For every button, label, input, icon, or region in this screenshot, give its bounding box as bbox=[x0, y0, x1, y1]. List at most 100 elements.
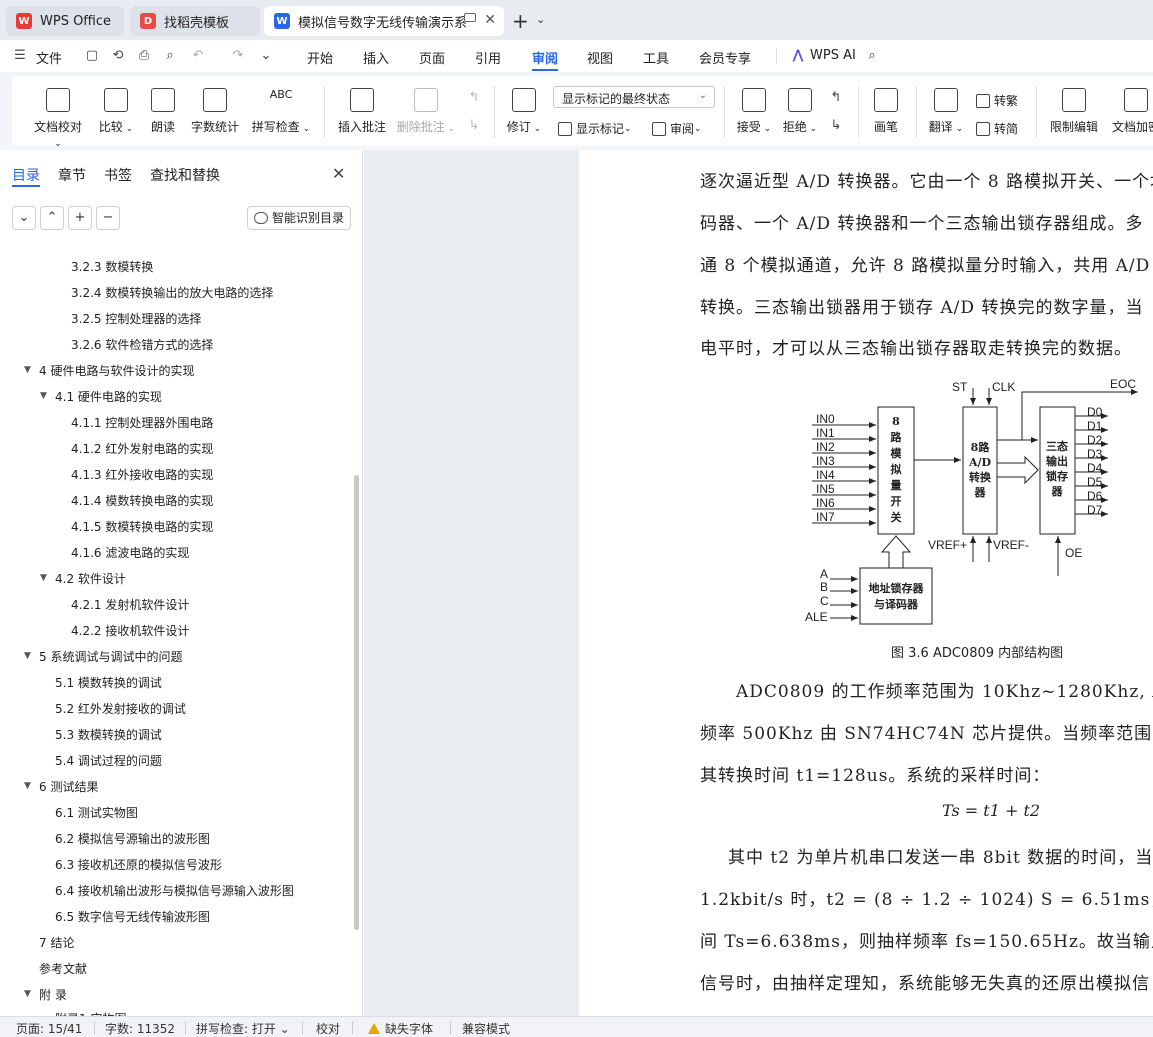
toc-item[interactable]: 4.2.2 接收机软件设计 bbox=[71, 622, 189, 639]
nav-tab-sections[interactable]: 章节 bbox=[58, 165, 86, 185]
toc-item[interactable]: 4 硬件电路与软件设计的实现 bbox=[39, 362, 194, 379]
add-heading-button[interactable]: + bbox=[68, 206, 92, 230]
prev-change-icon[interactable]: ↰ bbox=[828, 90, 844, 106]
toc-item[interactable]: 3.2.5 控制处理器的选择 bbox=[71, 310, 201, 327]
toc-item[interactable]: 6.1 测试实物图 bbox=[55, 804, 138, 821]
print-icon[interactable]: ⎙ bbox=[136, 48, 152, 64]
to-simplified-button[interactable]: 转简 bbox=[976, 120, 1018, 137]
word-count-button[interactable]: 字数统计 bbox=[190, 88, 240, 135]
pen-button[interactable]: 画笔 bbox=[870, 88, 902, 135]
spell-check-status[interactable]: 拼写检查: 打开 ⌄ bbox=[196, 1020, 290, 1037]
delete-comment-button[interactable]: 删除批注 ⌄ bbox=[396, 88, 456, 135]
menu-review[interactable]: 审阅 bbox=[532, 48, 558, 67]
menu-member[interactable]: 会员专享 bbox=[699, 48, 751, 67]
page-indicator[interactable]: 页面: 15/41 bbox=[16, 1020, 82, 1037]
markup-state-select[interactable]: 显示标记的最终状态 ⌄ bbox=[553, 86, 715, 108]
read-aloud-button[interactable]: 朗读 bbox=[149, 88, 177, 135]
save-icon[interactable]: ▢ bbox=[84, 48, 100, 64]
toc-item[interactable]: 6 测试结果 bbox=[39, 778, 98, 795]
hamburger-icon[interactable]: ☰ bbox=[12, 48, 28, 64]
word-count[interactable]: 字数: 11352 bbox=[105, 1020, 175, 1037]
missing-font-status[interactable]: 缺失字体 bbox=[368, 1020, 433, 1037]
toc-item[interactable]: 附 录 bbox=[39, 986, 67, 1003]
collapse-triangle-icon[interactable]: ▼ bbox=[24, 781, 31, 791]
expand-down-button[interactable]: ⌄ bbox=[12, 206, 36, 230]
toc-item[interactable]: 参考文献 bbox=[39, 960, 87, 977]
toc-item[interactable]: 5 系统调试与调试中的问题 bbox=[39, 648, 182, 665]
collapse-triangle-icon[interactable]: ▼ bbox=[24, 651, 31, 661]
toc-item[interactable]: 3.2.6 软件检错方式的选择 bbox=[71, 336, 213, 353]
toc-item[interactable]: 4.2 软件设计 bbox=[55, 570, 126, 587]
collapse-triangle-icon[interactable]: ▼ bbox=[24, 989, 31, 999]
toc-item[interactable]: 4.1 硬件电路的实现 bbox=[55, 388, 162, 405]
remove-heading-button[interactable]: − bbox=[96, 206, 120, 230]
doc-encrypt-button[interactable]: 文档加密 bbox=[1108, 88, 1153, 135]
share-icon[interactable]: ⟲ bbox=[110, 48, 126, 64]
next-comment-icon[interactable]: ↳ bbox=[466, 118, 482, 134]
toc-item[interactable]: 7 结论 bbox=[39, 934, 74, 951]
window-icon[interactable] bbox=[464, 13, 476, 22]
tab-template[interactable]: D 找稻壳模板 bbox=[130, 6, 260, 36]
doc-check-button[interactable]: 文档校对 ⌄ bbox=[30, 88, 86, 149]
toc-item[interactable]: 4.1.1 控制处理器外围电路 bbox=[71, 414, 213, 431]
toc-item[interactable]: 4.1.2 红外发射电路的实现 bbox=[71, 440, 213, 457]
toc-item[interactable]: 3.2.4 数模转换输出的放大电路的选择 bbox=[71, 284, 273, 301]
spell-check-button[interactable]: ABC 拼写检查 ⌄ bbox=[250, 88, 312, 135]
reject-button[interactable]: 拒绝 ⌄ bbox=[780, 88, 820, 135]
toc-item[interactable]: 5.2 红外发射接收的调试 bbox=[55, 700, 186, 717]
toc-item[interactable]: 6.3 接收机还原的模拟信号波形 bbox=[55, 856, 222, 873]
close-icon[interactable]: ✕ bbox=[332, 164, 345, 183]
toc-item[interactable]: 4.1.3 红外接收电路的实现 bbox=[71, 466, 213, 483]
compare-button[interactable]: 比较 ⌄ bbox=[98, 88, 134, 135]
toc-item[interactable]: 6.2 模拟信号源输出的波形图 bbox=[55, 830, 210, 847]
toc-item[interactable]: 4.1.6 滤波电路的实现 bbox=[71, 544, 189, 561]
nav-tab-toc[interactable]: 目录 bbox=[12, 165, 40, 185]
to-traditional-button[interactable]: 转繁 bbox=[976, 92, 1018, 109]
insert-comment-button[interactable]: 插入批注 bbox=[336, 88, 388, 135]
collapse-triangle-icon[interactable]: ▼ bbox=[40, 573, 47, 583]
print-preview-icon[interactable]: ⌕ bbox=[162, 48, 178, 64]
accept-button[interactable]: 接受 ⌄ bbox=[734, 88, 774, 135]
menu-reference[interactable]: 引用 bbox=[475, 48, 501, 67]
toc-item[interactable]: 6.4 接收机输出波形与模拟信号源输入波形图 bbox=[55, 882, 294, 899]
show-markup-button[interactable]: 显示标记 ⌄ bbox=[558, 120, 632, 137]
collapse-triangle-icon[interactable]: ▼ bbox=[24, 365, 31, 375]
revise-button[interactable]: 修订 ⌄ bbox=[504, 88, 544, 135]
new-tab-button[interactable]: + bbox=[512, 9, 529, 33]
chevron-down-icon[interactable]: ⌄ bbox=[536, 13, 545, 26]
scrollbar[interactable] bbox=[354, 475, 359, 930]
collapse-up-button[interactable]: ⌃ bbox=[40, 206, 64, 230]
toc-item[interactable]: 4.1.5 数模转换电路的实现 bbox=[71, 518, 213, 535]
tab-document[interactable]: W 模拟信号数字无线传输演示系 ✕ bbox=[264, 6, 504, 36]
chevron-down-icon[interactable]: ⌄ bbox=[258, 48, 274, 64]
restrict-edit-button[interactable]: 限制编辑 bbox=[1046, 88, 1102, 135]
document-page[interactable]: 逐次逼近型 A/D 转换器。它由一个 8 路模拟开关、一个地 码器、一个 A/D… bbox=[580, 150, 1153, 1016]
toc-item[interactable]: 5.1 模数转换的调试 bbox=[55, 674, 162, 691]
collapse-triangle-icon[interactable]: ▼ bbox=[40, 391, 47, 401]
translate-button[interactable]: 翻译 ⌄ bbox=[926, 88, 966, 135]
menu-tools[interactable]: 工具 bbox=[643, 48, 669, 67]
review-button[interactable]: 审阅 ⌄ bbox=[652, 120, 702, 137]
toc-item[interactable]: 6.5 数字信号无线传输波形图 bbox=[55, 908, 210, 925]
close-tab-icon[interactable]: ✕ bbox=[484, 12, 496, 28]
nav-tab-bookmarks[interactable]: 书签 bbox=[104, 165, 132, 185]
proofread-status[interactable]: 校对 bbox=[316, 1020, 340, 1037]
menu-insert[interactable]: 插入 bbox=[363, 48, 389, 67]
menu-wps-ai[interactable]: WPS AI bbox=[810, 48, 856, 63]
smart-toc-button[interactable]: 智能识别目录 bbox=[247, 206, 351, 230]
menu-start[interactable]: 开始 bbox=[307, 48, 333, 67]
search-icon[interactable]: ⌕ bbox=[864, 48, 880, 64]
toc-item[interactable]: 5.4 调试过程的问题 bbox=[55, 752, 162, 769]
toc-item[interactable]: 5.3 数模转换的调试 bbox=[55, 726, 162, 743]
menu-page[interactable]: 页面 bbox=[419, 48, 445, 67]
prev-comment-icon[interactable]: ↰ bbox=[466, 90, 482, 106]
toc-item[interactable]: 3.2.3 数模转换 bbox=[71, 258, 153, 275]
redo-icon[interactable]: ↷ bbox=[230, 48, 246, 64]
menu-view[interactable]: 视图 bbox=[587, 48, 613, 67]
toc-item[interactable]: 4.1.4 模数转换电路的实现 bbox=[71, 492, 213, 509]
tab-wps-office[interactable]: W WPS Office bbox=[6, 6, 124, 36]
toc-item[interactable]: 4.2.1 发射机软件设计 bbox=[71, 596, 189, 613]
nav-tab-find-replace[interactable]: 查找和替换 bbox=[150, 165, 220, 185]
undo-icon[interactable]: ↶ bbox=[190, 48, 206, 64]
next-change-icon[interactable]: ↳ bbox=[828, 118, 844, 134]
